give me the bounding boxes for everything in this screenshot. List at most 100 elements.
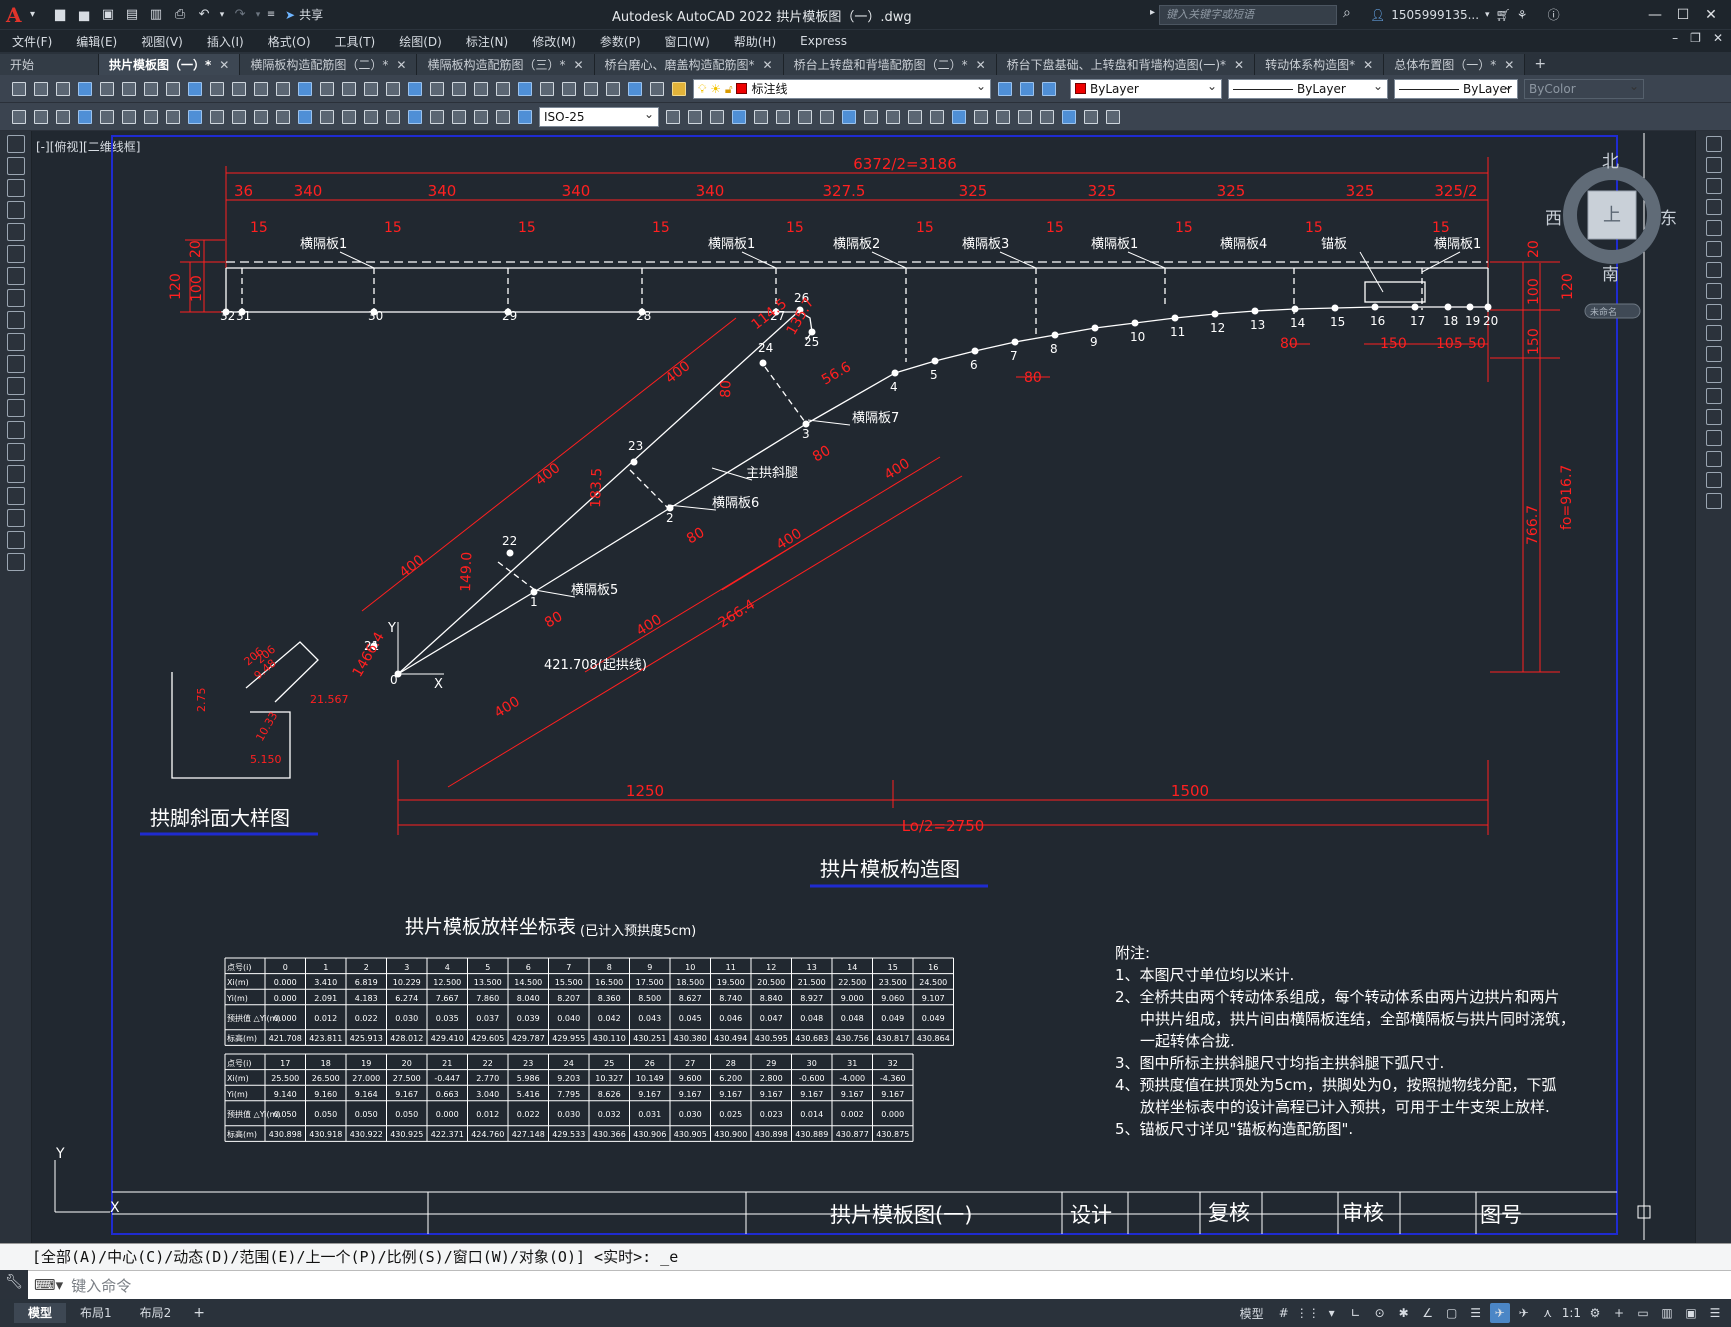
modify-tool-icon[interactable] [905,107,925,127]
modify-tool-icon[interactable] [1706,136,1722,152]
standard-tool-icon[interactable] [75,79,95,99]
draw-tool-icon[interactable] [7,157,25,175]
draw-tool-icon[interactable] [7,355,25,373]
modify-tool-icon[interactable] [707,107,727,127]
tab-close-icon[interactable]: ✕ [1234,58,1244,72]
cart-icon[interactable]: 🛒︎ [1496,8,1511,22]
standard-tool-icon[interactable] [449,79,469,99]
file-tab[interactable]: 横隔板构造配筋图（三）* ✕ [417,54,595,75]
draw-tool-icon[interactable] [7,531,25,549]
standard-tool-icon[interactable] [163,79,183,99]
redo-dropdown-icon[interactable]: ▾ [253,5,263,25]
modify-tool-icon[interactable] [1706,451,1722,467]
workspace-gear-icon[interactable]: ⚙ [1585,1303,1605,1323]
autodesk-app-icon[interactable]: ⚘ [1517,8,1528,22]
dimension-tool-icon[interactable] [295,107,315,127]
lineweight-select[interactable]: ByLayer [1394,78,1518,99]
menu-item[interactable]: 编辑(E) [64,33,129,50]
draw-tool-icon[interactable] [7,245,25,263]
modify-tool-icon[interactable] [1037,107,1057,127]
draw-tool-icon[interactable] [7,179,25,197]
menu-item[interactable]: 插入(I) [195,33,256,50]
grid-icon[interactable]: # [1274,1303,1294,1323]
dimension-tool-icon[interactable] [317,107,337,127]
modify-tool-icon[interactable] [685,107,705,127]
standard-tool-icon[interactable] [493,79,513,99]
maximize-icon[interactable]: ☐ [1669,3,1697,27]
tab-close-icon[interactable]: ✕ [396,58,406,72]
make-current-layer-icon[interactable] [995,79,1015,99]
file-tab[interactable]: 转动体系构造图* ✕ [1255,54,1385,75]
app-menu-chevron-icon[interactable]: ▾ [30,9,35,20]
draw-tool-icon[interactable] [7,223,25,241]
modify-tool-icon[interactable] [861,107,881,127]
menu-item[interactable]: Express [788,34,859,48]
modify-tool-icon[interactable] [1706,409,1722,425]
redo-icon[interactable]: ↷ [229,5,251,25]
menu-item[interactable]: 视图(V) [129,33,195,50]
standard-tool-icon[interactable] [141,79,161,99]
draw-tool-icon[interactable] [7,289,25,307]
standard-tool-icon[interactable] [603,79,623,99]
dimension-tool-icon[interactable] [97,107,117,127]
tab-close-icon[interactable]: ✕ [1363,58,1373,72]
dimension-tool-icon[interactable] [427,107,447,127]
dimension-tool-icon[interactable] [405,107,425,127]
dimension-tool-icon[interactable] [493,107,513,127]
dimension-tool-icon[interactable] [141,107,161,127]
standard-tool-icon[interactable] [185,79,205,99]
dimension-tool-icon[interactable] [31,107,51,127]
dimension-tool-icon[interactable] [515,107,535,127]
dimension-tool-icon[interactable] [163,107,183,127]
dimension-tool-icon[interactable] [361,107,381,127]
menu-item[interactable]: 文件(F) [0,33,64,50]
annotation-visibility-icon[interactable]: ✈ [1489,1303,1510,1323]
quick-properties-icon[interactable]: ▥ [1657,1303,1677,1323]
tab-close-icon[interactable]: ✕ [1504,58,1514,72]
standard-tool-icon[interactable] [559,79,579,99]
minimize-icon[interactable]: — [1641,3,1669,27]
search-input[interactable]: 键入关键字或短语 [1159,5,1337,25]
menu-item[interactable]: 工具(T) [323,33,388,50]
modify-tool-icon[interactable] [751,107,771,127]
layout-tab[interactable]: 模型 [14,1303,67,1323]
add-layout-icon[interactable]: + [193,1305,205,1321]
snap-dropdown-icon[interactable]: ▾ [1322,1303,1342,1323]
isolate-objects-icon[interactable]: ▣ [1681,1303,1701,1323]
command-settings-icon[interactable]: 🔧︎ [0,1269,28,1295]
standard-tool-icon[interactable] [625,79,645,99]
layer-properties-icon[interactable] [669,79,689,99]
close-window-icon[interactable]: ✕ [1697,3,1725,27]
menu-item[interactable]: 标注(N) [454,33,520,50]
save-icon[interactable]: ▣ [97,5,119,25]
units-icon[interactable]: ▭ [1633,1303,1653,1323]
annotation-scale-value[interactable]: 1:1 [1562,1306,1581,1320]
match-layer-icon[interactable] [1017,79,1037,99]
layout-tab[interactable]: 布局1 [66,1303,126,1323]
standard-tool-icon[interactable] [251,79,271,99]
drawing-canvas[interactable]: [-][俯视][二维线框] 拱片模板图(一) 设计 复核 审核 图号 Y X 6… [32,131,1695,1243]
annotation-scale-icon[interactable]: ⋏ [1538,1303,1558,1323]
plot-icon[interactable]: ⎙ [169,5,191,25]
file-tab[interactable]: 横隔板构造配筋图（二）* ✕ [240,54,418,75]
dimension-tool-icon[interactable] [53,107,73,127]
polar-icon[interactable]: ⊙ [1370,1303,1390,1323]
menu-item[interactable]: 参数(P) [588,33,653,50]
draw-tool-icon[interactable] [7,443,25,461]
dimension-tool-icon[interactable] [229,107,249,127]
autocad-logo-icon[interactable]: A [6,4,28,26]
draw-tool-icon[interactable] [7,421,25,439]
tab-close-icon[interactable]: ✕ [976,58,986,72]
modify-tool-icon[interactable] [1706,241,1722,257]
modify-tool-icon[interactable] [971,107,991,127]
dimstyle-select[interactable]: ISO-25 [539,106,659,127]
help-icon[interactable]: ⓘ [1548,6,1560,23]
standard-tool-icon[interactable] [97,79,117,99]
draw-tool-icon[interactable] [7,509,25,527]
snap-icon[interactable]: ⋮⋮ [1296,1303,1320,1323]
modify-tool-icon[interactable] [993,107,1013,127]
clean-screen-icon[interactable]: ☰ [1705,1303,1725,1323]
menu-item[interactable]: 窗口(W) [653,33,722,50]
isometric-icon[interactable]: ✱ [1394,1303,1414,1323]
dimension-tool-icon[interactable] [185,107,205,127]
